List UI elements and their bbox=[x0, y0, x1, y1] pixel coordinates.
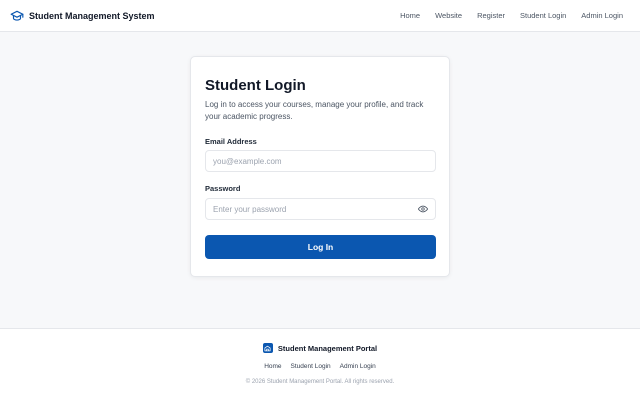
login-button[interactable]: Log In bbox=[205, 235, 436, 259]
footer-brand: Student Management Portal bbox=[0, 343, 640, 353]
login-subtitle: Log in to access your courses, manage yo… bbox=[205, 100, 424, 121]
email-input[interactable] bbox=[213, 156, 428, 166]
password-label: Password bbox=[205, 184, 241, 193]
page-title: Student Login bbox=[205, 77, 306, 94]
footer-links: Home Student Login Admin Login bbox=[0, 363, 640, 370]
password-field[interactable] bbox=[205, 198, 436, 220]
footer-title: Student Management Portal bbox=[277, 343, 378, 353]
page-footer: Student Management Portal Home Student L… bbox=[0, 328, 640, 400]
eye-icon[interactable] bbox=[418, 204, 428, 214]
graduation-cap-icon bbox=[10, 9, 24, 23]
nav-admin-login[interactable]: Admin Login bbox=[581, 11, 623, 20]
email-label: Email Address bbox=[205, 137, 257, 146]
footer-link-admin-login[interactable]: Admin Login bbox=[340, 363, 376, 370]
nav-student-login[interactable]: Student Login bbox=[520, 11, 566, 20]
top-navbar: Student Management System Home Website R… bbox=[0, 0, 640, 32]
nav-register[interactable]: Register bbox=[477, 11, 505, 20]
nav-home[interactable]: Home bbox=[400, 11, 420, 20]
login-card: Student Login Log in to access your cour… bbox=[190, 56, 450, 277]
nav-website[interactable]: Website bbox=[435, 11, 462, 20]
footer-link-home[interactable]: Home bbox=[264, 363, 281, 370]
building-icon bbox=[262, 343, 273, 353]
password-input[interactable] bbox=[213, 204, 418, 214]
copyright: © 2026 Student Management Portal. All ri… bbox=[245, 379, 395, 385]
footer-link-student-login[interactable]: Student Login bbox=[291, 363, 331, 370]
brand[interactable]: Student Management System bbox=[10, 9, 155, 23]
brand-title: Student Management System bbox=[29, 10, 155, 21]
main-nav: Home Website Register Student Login Admi… bbox=[400, 11, 630, 20]
email-field[interactable] bbox=[205, 150, 436, 172]
